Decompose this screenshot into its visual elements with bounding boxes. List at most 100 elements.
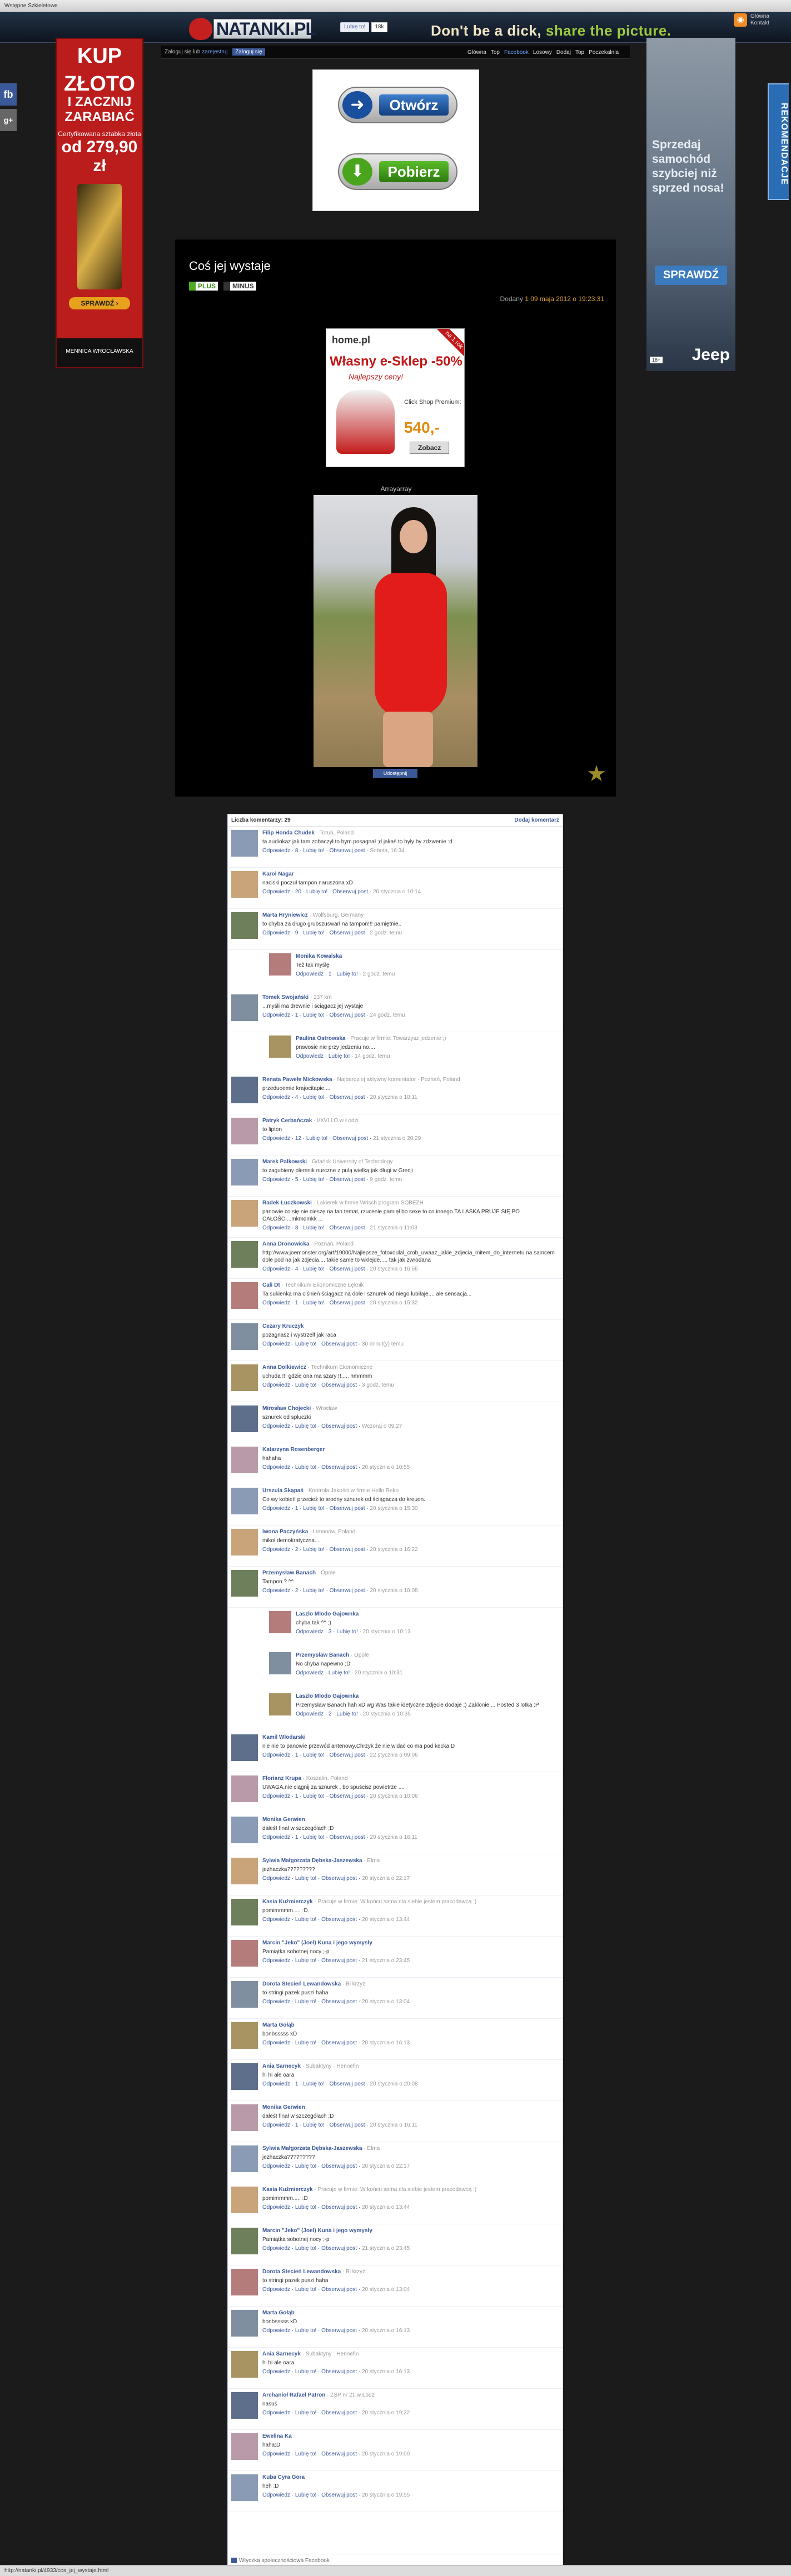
commenter-name[interactable]: Monika Gerwien	[262, 1817, 305, 1823]
avatar[interactable]	[269, 1036, 291, 1058]
avatar[interactable]	[231, 1858, 258, 1884]
top-link-contact[interactable]: Kontakt	[750, 20, 769, 27]
commenter-name[interactable]: Kamil Wlodarski	[262, 1734, 306, 1740]
avatar[interactable]	[231, 2269, 258, 2295]
commenter-name[interactable]: Paulina Ostrowska	[296, 1036, 345, 1042]
comment-action-links[interactable]: Odpowiedz · 3 · Lubię to! ·	[296, 1629, 361, 1635]
avatar[interactable]	[231, 1570, 258, 1597]
comment-action-links[interactable]: Odpowiedz · 1 · Lubię to! ·	[296, 971, 361, 977]
avatar[interactable]	[231, 2228, 258, 2254]
home-pl-advertisement[interactable]: home.pl na 1 rok Własny e-Sklep -50% Naj…	[326, 328, 465, 467]
commenter-name[interactable]: Cezary Kruczyk	[262, 1323, 304, 1329]
comment-action-links[interactable]: Odpowiedz · Lubię to! · Obserwuj post ·	[262, 1958, 360, 1964]
comment-action-links[interactable]: Odpowiedz · 5 · Lubię to! · Obserwuj pos…	[262, 1177, 369, 1183]
commenter-name[interactable]: Marta Hryniewicz	[262, 912, 308, 918]
comment-action-links[interactable]: Odpowiedz · Lubię to! · Obserwuj post ·	[262, 1341, 360, 1347]
comment-action-links[interactable]: Odpowiedz · Lubię to! · Obserwuj post ·	[262, 2204, 360, 2210]
comment-action-links[interactable]: Odpowiedz · Lubię to! · Obserwuj post ·	[262, 2492, 360, 2498]
commenter-name[interactable]: Sylwia Małgorzata Dębska-Jaszewska	[262, 2145, 362, 2152]
comment-action-links[interactable]: Odpowiedz · 1 · Lubię to! · Obserwuj pos…	[262, 2122, 369, 2128]
commenter-name[interactable]: Przemysław Banach	[296, 1652, 349, 1658]
site-logo[interactable]: NATANKI.PL	[189, 17, 316, 41]
commenter-name[interactable]: Filip Honda Chudek	[262, 830, 315, 836]
comment-action-links[interactable]: Odpowiedz · Lubię to! · Obserwuj post ·	[262, 1382, 360, 1388]
comment-action-links[interactable]: Odpowiedz · 1 · Lubię to! · Obserwuj pos…	[262, 1012, 369, 1018]
facebook-login-button[interactable]: Zaloguj się	[232, 48, 265, 56]
comment-action-links[interactable]: Odpowiedz · Lubię to! · Obserwuj post ·	[262, 1464, 360, 1470]
share-button[interactable]: Udostępnij	[373, 769, 417, 778]
avatar[interactable]	[269, 1611, 291, 1633]
commenter-name[interactable]: Dorota Stecień Lewandowska	[262, 2269, 341, 2275]
commenter-name[interactable]: Kasia Kuźmierczyk	[262, 2187, 313, 2193]
commenter-name[interactable]: Radek Łuczkowski	[262, 1200, 312, 1206]
comment-action-links[interactable]: Odpowiedz · Lubię to! · Obserwuj post ·	[262, 1423, 360, 1429]
commenter-name[interactable]: Laszlo Mlodo Gajownka	[296, 1611, 359, 1617]
fb-plugin-label[interactable]: Wtyczka społecznościowa Facebook	[239, 2558, 330, 2564]
avatar[interactable]	[231, 1775, 258, 1802]
open-button[interactable]: ➜ Otwórz	[338, 87, 457, 123]
rss-icon[interactable]: ◉	[734, 13, 747, 27]
comment-action-links[interactable]: Odpowiedz · 4 · Lubię to! · Obserwuj pos…	[262, 1266, 369, 1272]
avatar[interactable]	[231, 994, 258, 1021]
avatar[interactable]	[231, 1077, 258, 1103]
download-button[interactable]: ⬇ Pobierz	[338, 153, 457, 190]
comment-action-links[interactable]: Odpowiedz · Lubię to! · Obserwuj post ·	[262, 2328, 360, 2334]
avatar[interactable]	[231, 1529, 258, 1555]
jeep-advertisement[interactable]: Sprzedaj samochód szybciej niż sprzed no…	[646, 38, 735, 371]
avatar[interactable]	[231, 1447, 258, 1473]
comment-action-links[interactable]: Odpowiedz · 1 · Lubię to! · Obserwuj pos…	[262, 1505, 369, 1512]
commenter-name[interactable]: Ania Sarnecyk	[262, 2351, 301, 2357]
commenter-name[interactable]: Katarzyna Rosenberger	[262, 1447, 325, 1453]
avatar[interactable]	[231, 2433, 258, 2460]
avatar[interactable]	[231, 2392, 258, 2419]
comment-action-links[interactable]: Odpowiedz · Lubię to! · Obserwuj post ·	[262, 1875, 360, 1882]
avatar[interactable]	[231, 2474, 258, 2501]
commenter-name[interactable]: Anna Dolkiewicz	[262, 1364, 306, 1370]
comment-action-links[interactable]: Odpowiedz · 9 · Lubię to! · Obserwuj pos…	[262, 930, 369, 936]
avatar[interactable]	[231, 2104, 258, 2131]
home-ad-cta[interactable]: Zobacz	[410, 442, 450, 454]
comment-action-links[interactable]: Odpowiedz · Lubię to! · Obserwuj post ·	[262, 2410, 360, 2416]
facebook-icon[interactable]: fb	[0, 83, 17, 106]
comment-action-links[interactable]: Odpowiedz · Lubię to! · Obserwuj post ·	[262, 2245, 360, 2252]
comment-action-links[interactable]: Odpowiedz · 8 · Lubię to! · Obserwuj pos…	[262, 1225, 369, 1231]
avatar[interactable]	[231, 830, 258, 857]
comment-action-links[interactable]: Odpowiedz · 1 · Lubię to! · Obserwuj pos…	[262, 1752, 369, 1758]
avatar[interactable]	[231, 1488, 258, 1514]
comment-action-links[interactable]: Odpowiedz · Lubię to! · Obserwuj post ·	[262, 2287, 360, 2293]
avatar[interactable]	[269, 1652, 291, 1674]
nav-item-add[interactable]: Dodaj	[556, 49, 571, 56]
comment-action-links[interactable]: Odpowiedz · 2 · Lubię to! · Obserwuj pos…	[262, 1547, 369, 1553]
avatar[interactable]	[231, 2310, 258, 2337]
facebook-like-widget[interactable]: Lubię to! 18k	[340, 22, 387, 32]
nav-item-top-2[interactable]: Top	[575, 49, 584, 56]
google-plus-icon[interactable]: g+	[0, 109, 17, 131]
avatar[interactable]	[231, 2351, 258, 2378]
nav-item-random[interactable]: Losowy	[533, 49, 552, 56]
avatar[interactable]	[231, 2022, 258, 2049]
avatar[interactable]	[269, 953, 291, 976]
avatar[interactable]	[231, 1159, 258, 1186]
commenter-name[interactable]: Marcin "Jeko" (Joel) Kuna i jego wymysły	[262, 2228, 372, 2234]
avatar[interactable]	[231, 1940, 258, 1967]
comment-action-links[interactable]: Odpowiedz · 2 · Lubię to! ·	[296, 1711, 361, 1717]
commenter-name[interactable]: Tomek Swojański	[262, 994, 309, 1001]
avatar[interactable]	[231, 1282, 258, 1309]
comment-action-links[interactable]: Odpowiedz · 1 · Lubię to! · Obserwuj pos…	[262, 2081, 369, 2087]
commenter-name[interactable]: Dorota Stecień Lewandowska	[262, 1981, 341, 1987]
commenter-name[interactable]: Sylwia Małgorzata Dębska-Jaszewska	[262, 1858, 362, 1864]
comment-action-links[interactable]: Odpowiedz · Lubię to! ·	[296, 1670, 353, 1676]
nav-item-home[interactable]: Główna	[467, 49, 486, 56]
commenter-name[interactable]: Ania Sarnecyk	[262, 2063, 301, 2069]
post-photo[interactable]	[314, 495, 477, 767]
avatar[interactable]	[231, 1200, 258, 1227]
commenter-name[interactable]: Cali Dt	[262, 1282, 280, 1288]
comment-action-links[interactable]: Odpowiedz · 12 · Lubię to! · Obserwuj po…	[262, 1136, 371, 1142]
avatar[interactable]	[231, 1734, 258, 1761]
nav-item-top[interactable]: Top	[491, 49, 500, 56]
comment-action-links[interactable]: Odpowiedz · 1 · Lubię to! · Obserwuj pos…	[262, 1300, 369, 1306]
comment-action-links[interactable]: Odpowiedz · Lubię to! · Obserwuj post ·	[262, 2369, 360, 2375]
avatar[interactable]	[231, 2145, 258, 2172]
commenter-name[interactable]: Marcin "Jeko" (Joel) Kuna i jego wymysły	[262, 1940, 372, 1946]
avatar[interactable]	[231, 1981, 258, 2008]
